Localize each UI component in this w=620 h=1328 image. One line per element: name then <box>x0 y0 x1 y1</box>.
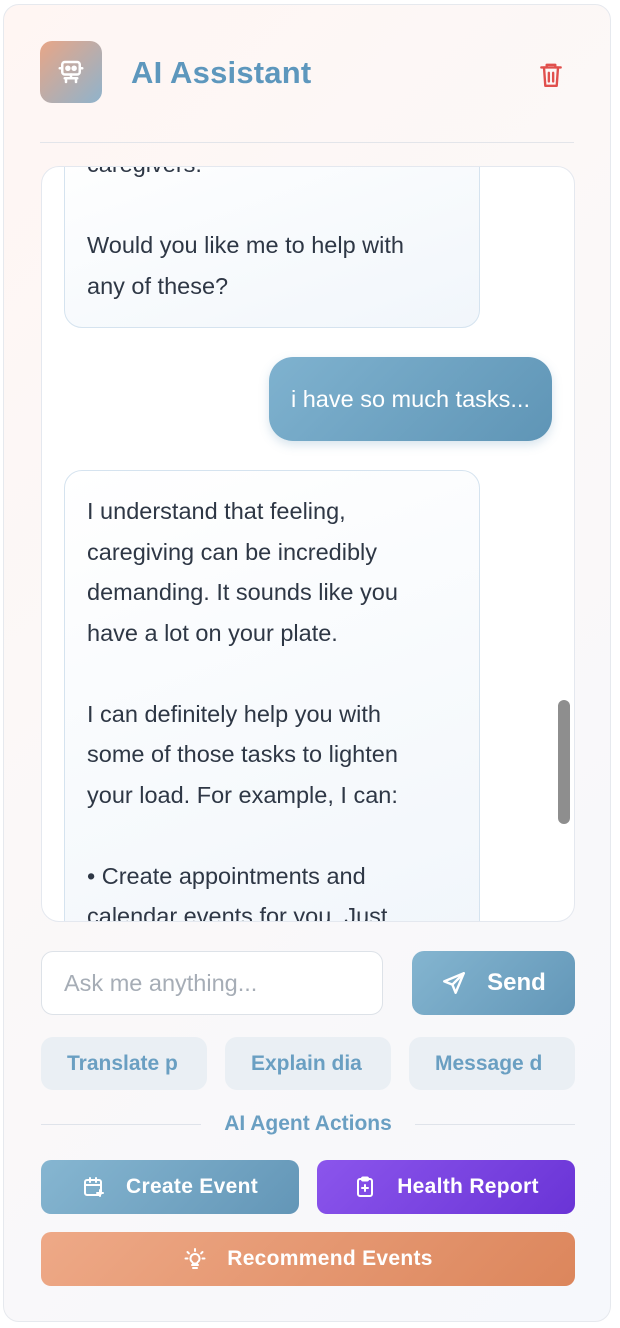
recommend-events-label: Recommend Events <box>227 1247 433 1270</box>
health-report-button[interactable]: Health Report <box>317 1160 575 1214</box>
header: AI Assistant <box>40 41 574 111</box>
send-button[interactable]: Send <box>412 951 575 1015</box>
agent-actions-header: AI Agent Actions <box>41 1110 575 1140</box>
recommend-events-button[interactable]: Recommend Events <box>41 1232 575 1286</box>
header-divider <box>40 142 574 143</box>
paper-plane-icon <box>441 970 467 996</box>
quick-prompt-message[interactable]: Message d <box>409 1037 575 1090</box>
create-event-label: Create Event <box>126 1175 258 1198</box>
chat-window[interactable]: caregivers. Would you like me to help wi… <box>41 166 575 922</box>
assistant-panel: AI Assistant caregivers. Would you like … <box>3 4 611 1322</box>
calendar-plus-icon <box>82 1175 106 1199</box>
robot-icon <box>40 41 102 103</box>
quick-prompt-explain[interactable]: Explain dia <box>225 1037 391 1090</box>
health-report-label: Health Report <box>397 1175 539 1198</box>
assistant-message: caregivers. Would you like me to help wi… <box>64 167 480 328</box>
quick-prompt-translate[interactable]: Translate p <box>41 1037 207 1090</box>
chat-scrollbar[interactable] <box>558 700 570 824</box>
trash-icon[interactable] <box>536 59 566 91</box>
create-event-button[interactable]: Create Event <box>41 1160 299 1214</box>
assistant-message: I understand that feeling, caregiving ca… <box>64 470 480 921</box>
message-input[interactable] <box>41 951 383 1015</box>
user-message: i have so much tasks... <box>268 357 552 441</box>
send-label: Send <box>487 969 546 996</box>
section-divider <box>415 1124 575 1125</box>
quick-prompt-label: Translate p <box>67 1052 178 1075</box>
quick-prompt-label: Explain dia <box>251 1052 362 1075</box>
quick-prompt-label: Message d <box>435 1052 543 1075</box>
page-title: AI Assistant <box>131 55 312 90</box>
clipboard-plus-icon <box>353 1175 377 1199</box>
lightbulb-icon <box>183 1247 207 1271</box>
